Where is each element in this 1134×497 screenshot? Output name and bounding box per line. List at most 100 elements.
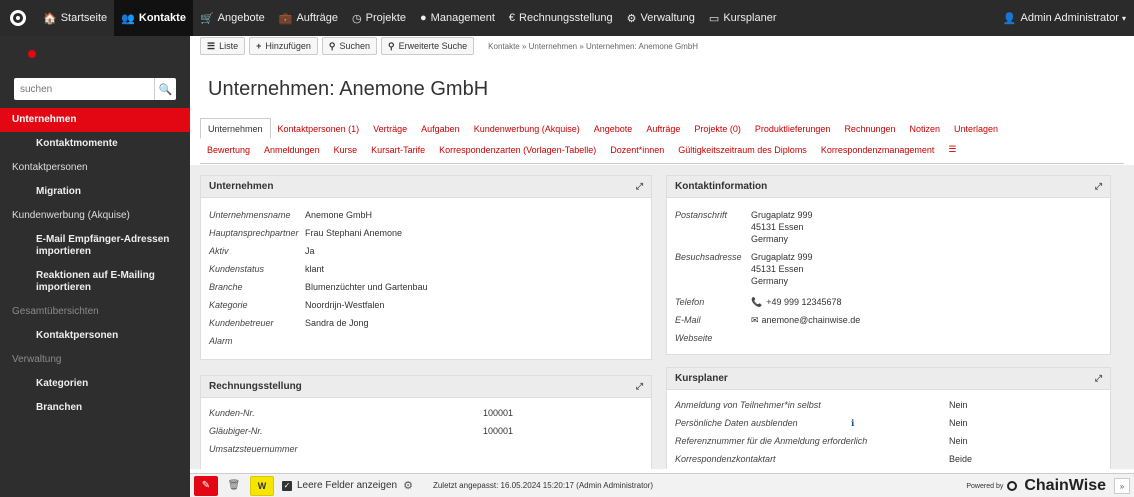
- nav-management[interactable]: ● Management: [413, 0, 502, 36]
- tab[interactable]: Angebote: [587, 118, 640, 139]
- tab[interactable]: Aufträge: [639, 118, 687, 139]
- tab[interactable]: Anmeldungen: [257, 139, 327, 160]
- sidebar-item[interactable]: E-Mail Empfänger-Adressen importieren: [0, 228, 190, 264]
- empty-fields-toggle[interactable]: ✓ Leere Felder anzeigen: [282, 480, 397, 491]
- expand-icon[interactable]: ⤢: [636, 181, 643, 192]
- tab[interactable]: Verträge: [366, 118, 414, 139]
- field-label: Kundenstatus: [209, 264, 265, 274]
- panel-rechnungsstellung: Rechnungsstellung ⤢ Kunden-Nr. 100001 Gläu…: [200, 375, 652, 469]
- sidebar-item[interactable]: Kontaktpersonen: [0, 324, 190, 348]
- email-link[interactable]: ✉ anemone@chainwise.de: [751, 314, 860, 326]
- last-modified: Zuletzt angepasst: 16.05.2024 15:20:17 (…: [432, 481, 654, 490]
- tab[interactable]: Bewertung: [200, 139, 257, 160]
- edit-button[interactable]: ✎: [194, 475, 218, 496]
- kursplaner-rows: Anmeldung von Teilnehmer*in selbst Nein Pe…: [667, 390, 1110, 468]
- tab-row-1: Unternehmen Kontaktpersonen (1) Verträge Au…: [200, 118, 1124, 139]
- caret-down-icon: ▾: [1121, 13, 1126, 23]
- sidebar-logo: [0, 36, 190, 72]
- tab[interactable]: Rechnungen: [837, 118, 902, 139]
- field-row: Gläubiger-Nr. 100001: [209, 422, 643, 440]
- search-button[interactable]: 🔍: [154, 78, 176, 100]
- field-label: Aktiv: [209, 246, 229, 256]
- settings-cogs-icon[interactable]: ⚙: [403, 479, 413, 492]
- delete-button[interactable]: 🗑: [222, 476, 246, 496]
- logo-ring-icon: [10, 10, 26, 26]
- rechnung-rows: Kunden-Nr. 100001 Gläubiger-Nr. 100001 Umsat…: [201, 398, 651, 458]
- tab-more-list-icon[interactable]: ☰: [941, 139, 963, 160]
- bottom-bar: ✎ 🗑 W ✓ Leere Felder anzeigen ⚙ Zuletzt …: [190, 473, 1134, 497]
- tab[interactable]: Gültigkeitszeitraum des Diploms: [671, 139, 814, 160]
- tab[interactable]: Kurse: [327, 139, 365, 160]
- collapse-button[interactable]: »: [1114, 478, 1130, 494]
- sidebar-item[interactable]: Kontaktmomente: [0, 132, 190, 156]
- tab[interactable]: Dozent*innen: [603, 139, 671, 160]
- tab[interactable]: Unterlagen: [947, 118, 1005, 139]
- expand-icon[interactable]: ⤢: [1095, 373, 1102, 384]
- sidebar-item[interactable]: Migration: [0, 180, 190, 204]
- checkbox-checked-icon: ✓: [282, 480, 292, 491]
- field-value: Nein: [949, 436, 968, 446]
- field-label: Hauptansprechpartner: [209, 228, 299, 238]
- besuchsadresse-value: Grugaplatz 999 45131 Essen Germany: [751, 251, 813, 287]
- sidebar-item[interactable]: Reaktionen auf E-Mailing importieren: [0, 264, 190, 300]
- nav-startseite[interactable]: 🏠 Startseite: [36, 0, 114, 36]
- tab[interactable]: Unternehmen: [200, 118, 271, 139]
- field-label: Branche: [209, 282, 243, 292]
- info-icon[interactable]: ℹ: [851, 417, 854, 429]
- list-button[interactable]: ☰ Liste: [200, 37, 246, 55]
- nav-aufträge[interactable]: 💼 Aufträge: [272, 0, 345, 36]
- search-label: Suchen: [339, 41, 371, 51]
- row-label: E-Mail: [675, 315, 701, 325]
- nav-projekte[interactable]: ◷ Projekte: [345, 0, 413, 36]
- field-row: Aktiv Ja: [209, 242, 643, 260]
- tab-bar: Unternehmen Kontaktpersonen (1) Verträge Au…: [200, 118, 1124, 164]
- phone-number: +49 999 12345678: [766, 297, 842, 307]
- nav-verwaltung[interactable]: ⚙ Verwaltung: [620, 0, 702, 36]
- field-value: Ja: [305, 246, 315, 256]
- export-word-button[interactable]: W: [250, 475, 274, 496]
- sidebar-item[interactable]: Kontaktpersonen: [0, 156, 190, 180]
- sidebar-item[interactable]: Kundenwerbung (Akquise): [0, 204, 190, 228]
- tab[interactable]: Kontaktpersonen (1): [271, 118, 367, 139]
- tab[interactable]: Kursart-Tarife: [364, 139, 432, 160]
- app-logo[interactable]: [0, 0, 36, 36]
- sidebar-item[interactable]: Kategorien: [0, 372, 190, 396]
- expand-icon[interactable]: ⤢: [1095, 181, 1102, 192]
- field-row: Branche Blumenzüchter und Gartenbau: [209, 278, 643, 296]
- field-label: Kategorie: [209, 300, 248, 310]
- tab[interactable]: Projekte (0): [687, 118, 748, 139]
- field-row: Hauptansprechpartner Frau Stephani Anemon…: [209, 224, 643, 242]
- nav-label: Management: [430, 12, 495, 24]
- expand-icon[interactable]: ⤢: [636, 381, 643, 392]
- sidebar-item[interactable]: Branchen: [0, 396, 190, 420]
- nav-kursplaner[interactable]: ▭ Kursplaner: [702, 0, 784, 36]
- field-row: Anmeldung von Teilnehmer*in selbst Nein: [675, 396, 1102, 414]
- nav-angebote[interactable]: 🛒 Angebote: [193, 0, 272, 36]
- search-input[interactable]: [14, 78, 154, 100]
- tab[interactable]: Aufgaben: [414, 118, 467, 139]
- nav-rechnungsstellung[interactable]: € Rechnungsstellung: [502, 0, 620, 36]
- add-button[interactable]: + Hinzufügen: [249, 37, 318, 55]
- sidebar-item[interactable]: Gesamtübersichten: [0, 300, 190, 324]
- telefon-value: 📞 +49 999 12345678: [751, 296, 842, 308]
- nav-kontakte[interactable]: 👥 Kontakte: [114, 0, 193, 36]
- tab[interactable]: Produktlieferungen: [748, 118, 838, 139]
- sidebar-item[interactable]: Verwaltung: [0, 348, 190, 372]
- sidebar-item[interactable]: Unternehmen: [0, 108, 190, 132]
- field-value: Beide: [949, 454, 973, 464]
- tab[interactable]: Korrespondenzmanagement: [814, 139, 942, 160]
- field-label: Persönliche Daten ausblenden: [675, 418, 798, 428]
- tab[interactable]: Notizen: [902, 118, 947, 139]
- search-tool-button[interactable]: ⚲ Suchen: [321, 37, 378, 55]
- field-label: Kunden-Nr.: [209, 408, 255, 418]
- nav-label: Aufträge: [296, 12, 339, 24]
- advanced-search-button[interactable]: ⚲ Erweiterte Suche: [381, 37, 475, 55]
- row-webseite: Webseite: [675, 329, 1102, 347]
- user-menu[interactable]: 👤 Admin Administrator ▾: [1003, 0, 1126, 36]
- field-row: Kundenbetreuer Sandra de Jong: [209, 314, 643, 332]
- address-line: Germany: [751, 234, 789, 244]
- nav-label: Verwaltung: [640, 12, 695, 24]
- advanced-search-icon: ⚲: [388, 40, 395, 51]
- tab[interactable]: Korrespondenzarten (Vorlagen-Tabelle): [432, 139, 603, 160]
- tab[interactable]: Kundenwerbung (Akquise): [467, 118, 587, 139]
